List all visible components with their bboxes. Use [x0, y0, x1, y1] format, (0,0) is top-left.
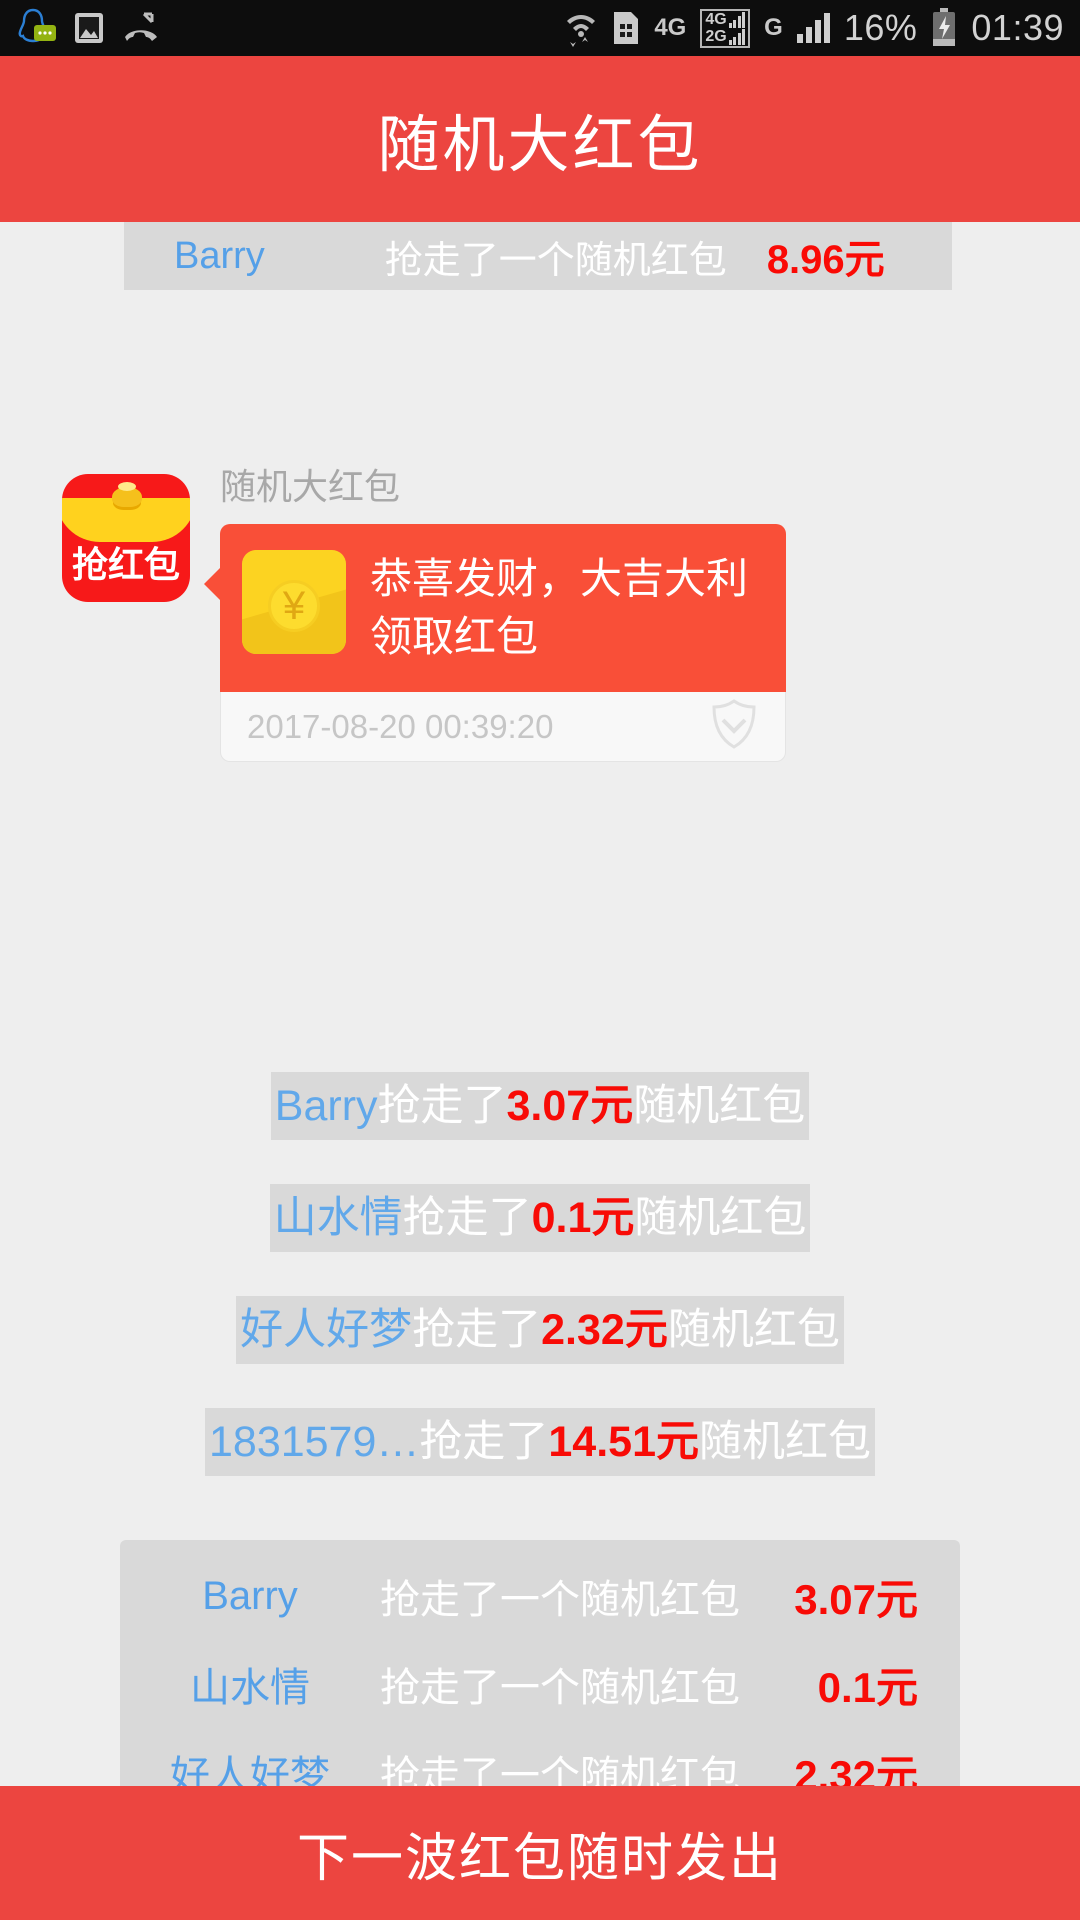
message-body: 随机大红包 ¥ 恭喜发财，大吉大利 领取红包 2017-08-20 00:39:…	[204, 452, 786, 762]
red-packet-message[interactable]: 抢红包 随机大红包 ¥ 恭喜发财，大吉大利 领取红包 2017-08-20 00…	[0, 452, 1080, 762]
gold-ingot-icon	[112, 482, 142, 507]
bubble-greeting-line: 恭喜发财，大吉大利	[370, 555, 749, 602]
chat-content[interactable]: Barry 抢走了一个随机红包 8.96元 抢红包 随机大红包 ¥ 恭喜发财，大…	[0, 222, 1080, 1920]
inline-mid: 抢走了	[419, 1418, 549, 1466]
list-item: Barry抢走了3.07元随机红包	[0, 1072, 1080, 1140]
status-bar-left	[16, 8, 160, 48]
list-item: 1831579…抢走了14.51元随机红包	[0, 1408, 1080, 1476]
avatar[interactable]: 抢红包	[62, 474, 190, 602]
inline-tail: 随机红包	[699, 1418, 871, 1466]
inline-mid: 抢走了	[412, 1306, 542, 1354]
row-user-name: 山水情	[190, 1666, 310, 1710]
sim-card-icon	[612, 10, 640, 46]
dual-sim-row2-label: 2G	[705, 27, 727, 45]
status-bar: 4G 4G 2G G 16% 01:39	[0, 0, 1080, 56]
table-row: Barry 抢走了一个随机红包 3.07元	[120, 1552, 960, 1640]
list-item: 山水情抢走了0.1元随机红包	[0, 1184, 1080, 1252]
bubble-footer: 2017-08-20 00:39:20	[220, 692, 786, 762]
app-header: 随机大红包	[0, 56, 1080, 222]
missed-call-icon	[122, 11, 160, 45]
qq-penguin-icon	[16, 8, 56, 48]
inline-amount: 2.32元	[541, 1306, 668, 1354]
dual-sim-row1-label: 4G	[705, 10, 727, 28]
battery-percent-label: 16%	[843, 7, 918, 48]
bubble-tail	[204, 566, 222, 602]
clock-label: 01:39	[971, 7, 1064, 48]
inline-mid: 抢走了	[402, 1194, 532, 1242]
footer-banner[interactable]: 下一波红包随时发出	[0, 1786, 1080, 1920]
inline-notice-pill: 好人好梦抢走了2.32元随机红包	[236, 1296, 844, 1364]
status-bar-right: 4G 4G 2G G 16% 01:39	[564, 7, 1064, 49]
dual-sim-signal-icon: 4G 2G	[700, 8, 751, 48]
row-amount: 3.07元	[794, 1575, 918, 1623]
network-label-g: G	[764, 14, 783, 41]
inline-name: 山水情	[273, 1194, 403, 1242]
list-item: 好人好梦抢走了2.32元随机红包	[0, 1296, 1080, 1364]
table-row: 山水情 抢走了一个随机红包 0.1元	[120, 1640, 960, 1728]
image-icon	[74, 11, 104, 45]
inline-tail: 随机红包	[634, 1194, 807, 1242]
row-user-name: Barry	[202, 1573, 298, 1618]
row-amount: 0.1元	[817, 1663, 918, 1711]
inline-mid: 抢走了	[377, 1082, 507, 1130]
message-bubble-wrap[interactable]: ¥ 恭喜发财，大吉大利 领取红包 2017-08-20 00:39:20	[204, 524, 786, 762]
battery-charging-icon	[931, 8, 957, 48]
inline-tail: 随机红包	[633, 1082, 806, 1130]
inline-name: 好人好梦	[240, 1306, 413, 1354]
dual-sim-row1-bars	[728, 11, 746, 28]
toast-user-name: Barry	[174, 234, 265, 277]
message-sender-name: 随机大红包	[220, 466, 401, 507]
toast-amount: 8.96元	[766, 238, 885, 282]
message-timestamp: 2017-08-20 00:39:20	[247, 707, 554, 745]
red-packet-coin-icon: ¥	[242, 550, 346, 654]
packet-icon-coin: ¥	[268, 580, 320, 632]
yuan-symbol: ¥	[282, 584, 306, 628]
bubble-text: 恭喜发财，大吉大利 领取红包	[370, 550, 748, 666]
inline-notice-pill: Barry抢走了3.07元随机红包	[270, 1072, 810, 1140]
red-packet-bubble[interactable]: ¥ 恭喜发财，大吉大利 领取红包	[220, 524, 786, 692]
inline-notice-pill: 山水情抢走了0.1元随机红包	[269, 1184, 811, 1252]
inline-name: 1831579…	[208, 1418, 420, 1466]
inline-notice-list: Barry抢走了3.07元随机红包 山水情抢走了0.1元随机红包 好人好梦抢走了…	[0, 1072, 1080, 1520]
inline-name: Barry	[274, 1082, 378, 1130]
inline-amount: 0.1元	[531, 1194, 635, 1242]
inline-amount: 3.07元	[506, 1082, 634, 1130]
shield-check-icon	[707, 697, 761, 756]
bubble-action-line: 领取红包	[370, 613, 539, 660]
inline-tail: 随机红包	[667, 1306, 840, 1354]
row-action-text: 抢走了一个随机红包	[380, 1578, 740, 1622]
inline-amount: 14.51元	[548, 1418, 699, 1466]
network-label-4g: 4G	[654, 14, 687, 41]
wifi-data-icon	[564, 9, 598, 47]
avatar-label: 抢红包	[71, 544, 180, 585]
row-action-text: 抢走了一个随机红包	[380, 1666, 740, 1710]
dual-sim-row2-bars	[728, 28, 746, 45]
footer-label: 下一波红包随时发出	[296, 1829, 783, 1888]
signal-bars-icon	[796, 13, 830, 43]
top-toast-row: Barry 抢走了一个随机红包 8.96元	[124, 222, 952, 290]
toast-action-text: 抢走了一个随机红包	[384, 239, 727, 282]
page-title: 随机大红包	[377, 111, 703, 180]
inline-notice-pill: 1831579…抢走了14.51元随机红包	[204, 1408, 875, 1476]
